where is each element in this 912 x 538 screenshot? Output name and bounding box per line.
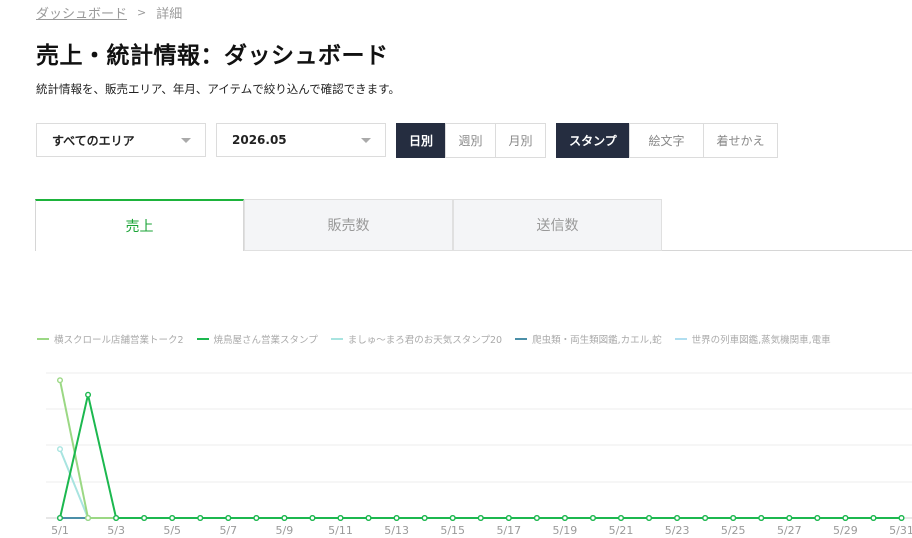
data-point[interactable] [898, 514, 905, 521]
data-point[interactable] [477, 514, 484, 521]
page-description: 統計情報を、販売エリア、年月、アイテムで絞り込んで確認できます。 [36, 82, 400, 96]
data-point[interactable] [730, 514, 737, 521]
data-point[interactable] [702, 514, 709, 521]
data-point[interactable] [842, 514, 849, 521]
item-type-emoji-button[interactable]: 絵文字 [629, 123, 704, 158]
data-point[interactable] [85, 391, 92, 398]
data-point[interactable] [393, 514, 400, 521]
data-point[interactable] [309, 514, 316, 521]
data-point[interactable] [57, 446, 64, 453]
x-tick-label: 5/27 [777, 524, 802, 537]
data-point[interactable] [85, 514, 92, 521]
x-tick-label: 5/7 [219, 524, 237, 537]
x-tick-label: 5/11 [328, 524, 353, 537]
breadcrumb-separator: > [137, 6, 147, 19]
data-point[interactable] [674, 514, 681, 521]
tab-sales[interactable]: 売上 [35, 199, 244, 251]
sales-line-chart: 5/1 5/3 5/5 5/7 5/9 5/11 5/13 5/15 5/17 5/19 5/21 5… [46, 372, 912, 537]
data-point[interactable] [421, 514, 428, 521]
data-point[interactable] [758, 514, 765, 521]
period-daily-button[interactable]: 日別 [396, 123, 446, 158]
data-point[interactable] [113, 514, 120, 521]
metric-tabs: 売上 販売数 送信数 [35, 199, 912, 251]
x-tick-label: 5/25 [721, 524, 746, 537]
x-tick-label: 5/3 [107, 524, 125, 537]
data-point[interactable] [449, 514, 456, 521]
item-type-stamp-button[interactable]: スタンプ [556, 123, 630, 158]
month-select-value: 2026.05 [232, 133, 287, 147]
data-point[interactable] [365, 514, 372, 521]
series-line [59, 448, 902, 519]
x-tick-label: 5/9 [276, 524, 294, 537]
data-point[interactable] [57, 377, 64, 384]
x-tick-label: 5/5 [163, 524, 181, 537]
data-point[interactable] [225, 514, 232, 521]
x-tick-label: 5/15 [440, 524, 465, 537]
data-point[interactable] [57, 514, 64, 521]
data-point[interactable] [646, 514, 653, 521]
x-tick-label: 5/21 [609, 524, 634, 537]
area-select-value: すべてのエリア [52, 133, 135, 148]
data-point[interactable] [505, 514, 512, 521]
x-tick-label: 5/23 [665, 524, 690, 537]
x-tick-label: 5/1 [51, 524, 69, 537]
series-line [59, 394, 902, 519]
data-point[interactable] [870, 514, 877, 521]
data-point[interactable] [337, 514, 344, 521]
period-weekly-button[interactable]: 週別 [445, 123, 496, 158]
data-point[interactable] [786, 514, 793, 521]
series-line [59, 380, 902, 519]
data-point[interactable] [197, 514, 204, 521]
x-tick-label: 5/31 [889, 524, 912, 537]
area-select[interactable]: すべてのエリア [36, 123, 206, 157]
breadcrumb: ダッシュボード > 詳細 [36, 3, 182, 22]
period-toggle: 日別 週別 月別 [396, 123, 546, 158]
x-tick-label: 5/19 [553, 524, 578, 537]
breadcrumb-dashboard-link[interactable]: ダッシュボード [36, 3, 127, 22]
item-type-toggle: スタンプ 絵文字 着せかえ [556, 123, 778, 158]
x-tick-label: 5/13 [384, 524, 409, 537]
period-monthly-button[interactable]: 月別 [495, 123, 546, 158]
data-point[interactable] [561, 514, 568, 521]
data-point[interactable] [141, 514, 148, 521]
chevron-down-icon [181, 138, 191, 143]
month-select[interactable]: 2026.05 [216, 123, 386, 157]
tab-units-sold[interactable]: 販売数 [244, 199, 453, 251]
data-point[interactable] [169, 514, 176, 521]
data-point[interactable] [533, 514, 540, 521]
x-tick-label: 5/29 [833, 524, 858, 537]
data-point[interactable] [253, 514, 260, 521]
page-title: 売上・統計情報：ダッシュボード [36, 43, 389, 69]
chevron-down-icon [361, 138, 371, 143]
data-point[interactable] [281, 514, 288, 521]
breadcrumb-current: 詳細 [156, 7, 183, 22]
item-type-theme-button[interactable]: 着せかえ [703, 123, 778, 158]
data-point[interactable] [814, 514, 821, 521]
tab-send-count[interactable]: 送信数 [453, 199, 662, 251]
data-point[interactable] [618, 514, 625, 521]
x-tick-label: 5/17 [496, 524, 521, 537]
data-point[interactable] [589, 514, 596, 521]
